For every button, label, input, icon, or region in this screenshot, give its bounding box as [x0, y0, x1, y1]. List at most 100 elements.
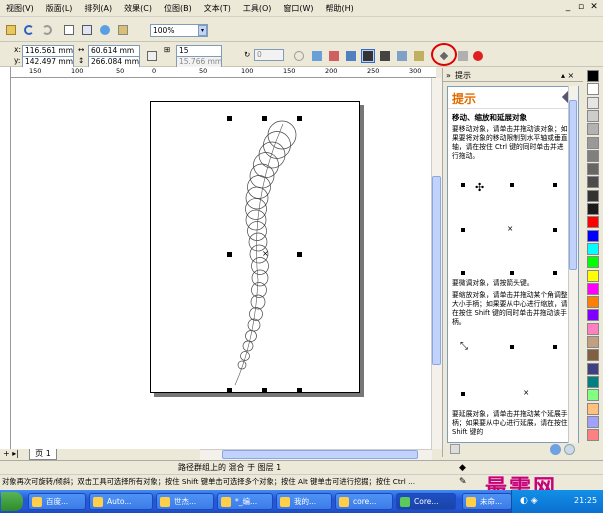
task-label: 世杰... [174, 497, 197, 506]
color-swatch[interactable] [587, 83, 599, 96]
color-swatch[interactable] [587, 163, 599, 176]
hint-header: 提示 [448, 87, 578, 109]
hint-scale-text: 要缩放对象，请单击并拖动某个角调整大小手柄；如果要从中心进行缩放，请在按住 Sh… [452, 291, 568, 326]
docker-collapse-icon[interactable]: » [446, 71, 451, 81]
clock: 21:25 [574, 496, 598, 505]
tray-icons[interactable]: ◐ ◈ [520, 496, 538, 506]
hint-scroll-left-icon[interactable] [450, 444, 460, 454]
color-swatch[interactable] [587, 96, 599, 109]
docker-close-icon[interactable]: ▴ × [561, 71, 574, 81]
color-swatch[interactable] [587, 402, 599, 415]
color-swatch[interactable] [587, 203, 599, 215]
color-swatch[interactable] [587, 389, 599, 402]
color-swatch[interactable] [587, 269, 599, 282]
handle-marker [553, 345, 557, 349]
color-swatch[interactable] [587, 242, 599, 255]
center-x-icon: × [507, 224, 514, 233]
color-swatch[interactable] [587, 109, 599, 122]
hint-nudge-text: 要微调对象，请按箭头键。 [452, 279, 534, 287]
app-icon [93, 497, 103, 507]
hint-subtitle: 移动、缩放和延展对象 [452, 113, 527, 122]
task-label: 我的... [294, 497, 317, 506]
outline-indicator-icon: ✎ [459, 477, 467, 487]
color-swatch[interactable] [587, 189, 599, 202]
handle-marker [461, 228, 465, 232]
color-swatch[interactable] [587, 362, 599, 375]
handle-marker [553, 271, 557, 275]
hint-move-text: 要移动对象，请单击并拖动该对象；如果要将对象的移动限制到水平轴或垂直轴，请在按住… [452, 125, 568, 160]
vertical-scroll-thumb[interactable] [432, 176, 441, 365]
color-swatch[interactable] [587, 282, 599, 295]
color-swatch[interactable] [587, 349, 599, 362]
color-swatch[interactable] [587, 309, 599, 322]
app-icon [160, 497, 170, 507]
app-icon [339, 497, 349, 507]
color-swatch[interactable] [587, 70, 599, 82]
app-icon [32, 497, 42, 507]
handle-marker [461, 392, 465, 396]
task-label: Core... [414, 497, 439, 506]
app-icon [280, 497, 290, 507]
handle-marker [510, 271, 514, 275]
center-mark: × [262, 249, 269, 258]
taskbar-item[interactable]: 世杰... [156, 493, 214, 510]
color-swatch[interactable] [587, 216, 599, 229]
page-nav-buttons[interactable]: + ▸| [3, 449, 19, 459]
status-object-info: 路径群组上的 混合 于 图层 1 [178, 463, 282, 472]
color-swatch[interactable] [587, 296, 599, 309]
color-swatch[interactable] [587, 136, 599, 149]
system-tray: ◐ ◈ 21:25 [511, 490, 603, 513]
handle-marker [461, 183, 465, 187]
blend-path [234, 123, 284, 386]
app-icon [221, 497, 231, 507]
task-label: *_编... [235, 497, 258, 506]
status-hint-text: 对象再次可旋转/倾斜；双击工具可选择所有对象；按住 Shift 键单击可选择多个… [2, 477, 416, 486]
color-swatch[interactable] [587, 229, 599, 242]
hint-footer [448, 444, 578, 456]
task-label: 百度... [46, 497, 69, 506]
color-swatch[interactable] [587, 256, 599, 269]
hint-stretch-text: 要延展对象，请单击并拖动某个延展手柄；如果要从中心进行延展，请在按住 Shift… [452, 410, 568, 436]
docker-titlebar: » 提示 ▴ × [443, 69, 583, 82]
taskbar-item[interactable]: 百度... [28, 493, 86, 510]
taskbar-item[interactable]: *_编... [217, 493, 273, 510]
docker-title: 提示 [455, 71, 471, 80]
task-label: core... [353, 497, 377, 506]
color-swatch[interactable] [587, 375, 599, 388]
start-button[interactable] [1, 492, 23, 511]
color-palette [586, 68, 600, 457]
page-navigator: + ▸| 页 1 [0, 449, 200, 460]
taskbar-item[interactable]: core... [335, 493, 393, 510]
hint-panel: 提示 移动、缩放和延展对象 要移动对象，请单击并拖动该对象；如果要将对象的移动限… [447, 86, 579, 443]
color-swatch[interactable] [587, 336, 599, 348]
color-swatch[interactable] [587, 149, 599, 162]
color-swatch[interactable] [587, 429, 599, 442]
tab-page-1[interactable]: 页 1 [29, 449, 57, 460]
handle-marker [553, 183, 557, 187]
handle-marker [510, 345, 514, 349]
blend-circles [237, 120, 297, 370]
fill-indicator-icon: ◆ [459, 463, 466, 473]
taskbar-item[interactable]: 我的... [276, 493, 332, 510]
color-swatch[interactable] [587, 123, 599, 136]
color-swatch[interactable] [587, 176, 599, 189]
taskbar-item[interactable]: Auto... [89, 493, 153, 510]
handle-marker [510, 183, 514, 187]
resize-cursor-icon: ⤡ [460, 341, 468, 352]
taskbar-item-active[interactable]: Core... [396, 493, 456, 510]
app-icon [400, 497, 410, 507]
color-swatch[interactable] [587, 415, 599, 428]
color-swatch[interactable] [587, 322, 599, 335]
move-cursor-icon: ✣ [475, 181, 485, 194]
app-icon [466, 497, 476, 507]
taskbar-item[interactable]: 未命... [462, 493, 512, 510]
forward-icon[interactable] [564, 444, 575, 455]
back-icon[interactable] [550, 444, 561, 455]
horizontal-scroll-thumb[interactable] [222, 450, 418, 459]
center-x-icon: × [523, 388, 530, 397]
task-label: 未命... [480, 497, 503, 506]
taskbar: 百度... Auto... 世杰... *_编... 我的... core...… [0, 490, 603, 513]
handle-marker [553, 228, 557, 232]
hint-scroll-thumb[interactable] [569, 100, 577, 270]
hint-title: 提示 [452, 92, 477, 106]
